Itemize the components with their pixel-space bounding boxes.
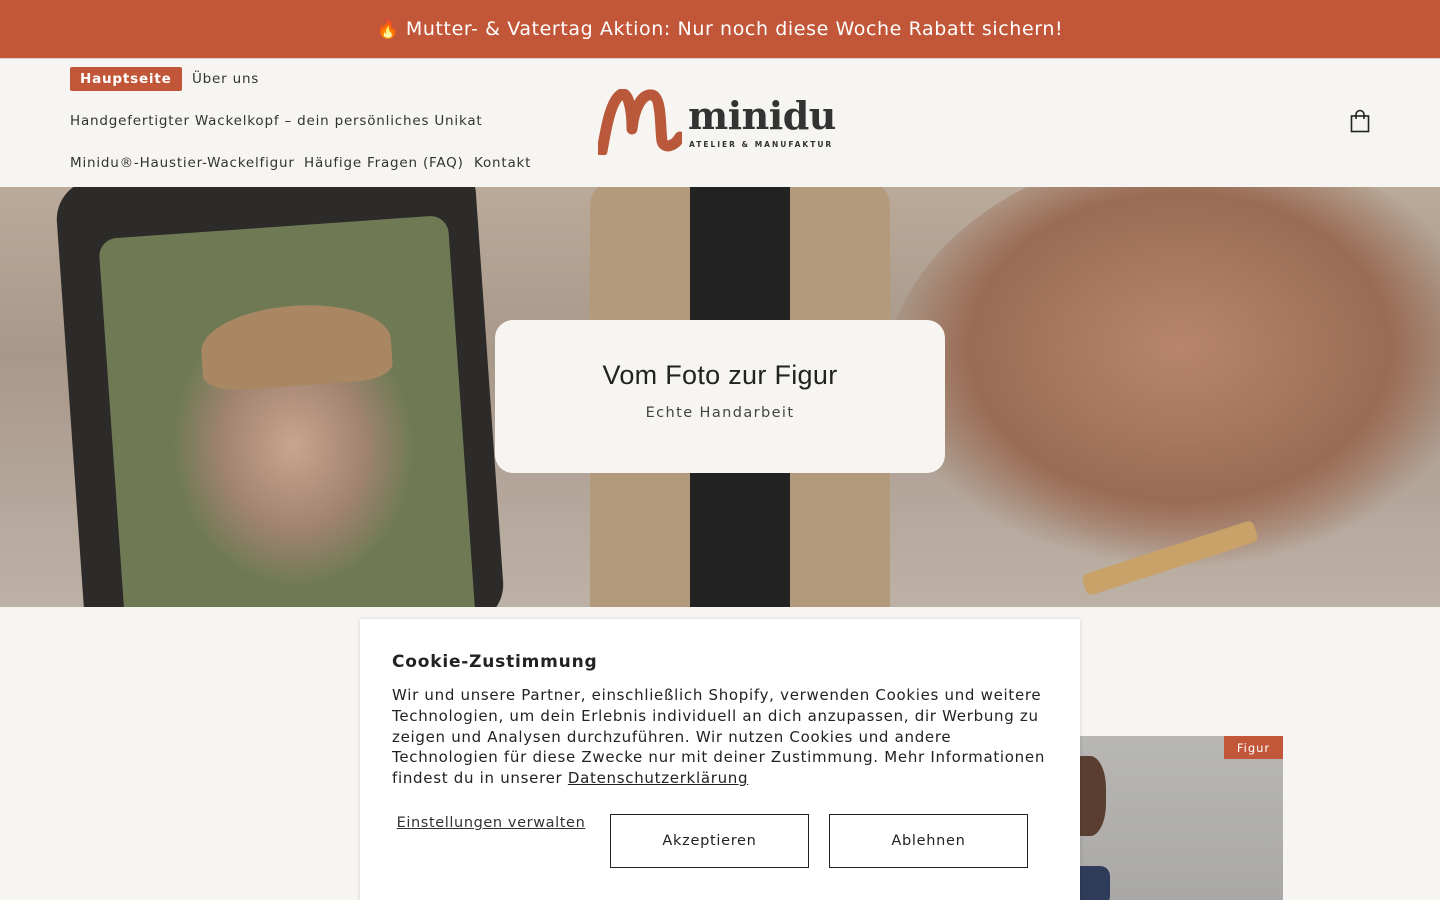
- nav-item-home[interactable]: Hauptseite: [70, 67, 182, 91]
- announcement-bar: 🔥 Mutter- & Vatertag Aktion: Nur noch di…: [0, 0, 1440, 59]
- fire-icon: 🔥: [376, 18, 400, 40]
- hero-title: Vom Foto zur Figur: [602, 360, 838, 390]
- nav-item-pet-figure[interactable]: Minidu®-Haustier-Wackelfigur: [70, 155, 295, 171]
- hero-image-hand: [880, 187, 1440, 607]
- brand-logo[interactable]: minidu ATELIER & MANUFAKTUR: [596, 88, 838, 157]
- manage-settings-link[interactable]: Einstellungen verwalten: [392, 814, 590, 833]
- hero-card: Vom Foto zur Figur Echte Handarbeit: [495, 320, 945, 473]
- nav-item-contact[interactable]: Kontakt: [474, 155, 531, 171]
- accept-button[interactable]: Akzeptieren: [610, 814, 809, 868]
- product-badge: Figur: [1224, 736, 1283, 759]
- product-image[interactable]: [1080, 736, 1283, 900]
- logo-tagline: ATELIER & MANUFAKTUR: [689, 140, 834, 149]
- announcement-text: Mutter- & Vatertag Aktion: Nur noch dies…: [405, 18, 1064, 40]
- nav-item-about[interactable]: Über uns: [192, 71, 259, 87]
- nav-item-bobblehead[interactable]: Handgefertigter Wackelkopf – dein persön…: [70, 113, 483, 129]
- decline-button[interactable]: Ablehnen: [829, 814, 1028, 868]
- cookie-banner: Cookie-Zustimmung Wir und unsere Partner…: [360, 619, 1080, 900]
- hero-image-phone: [54, 187, 506, 607]
- logo-wordmark: minidu: [688, 93, 836, 138]
- privacy-policy-link[interactable]: Datenschutzerklärung: [568, 769, 748, 787]
- logo-mark: [596, 88, 686, 157]
- site-header: Hauptseite Über uns Handgefertigter Wack…: [0, 59, 1440, 187]
- nav-item-faq[interactable]: Häufige Fragen (FAQ): [304, 155, 464, 171]
- shopping-bag-icon[interactable]: [1349, 109, 1371, 133]
- cookie-title: Cookie-Zustimmung: [392, 652, 598, 672]
- cookie-text: Wir und unsere Partner, einschließlich S…: [392, 685, 1052, 789]
- hero-subtitle: Echte Handarbeit: [645, 405, 795, 421]
